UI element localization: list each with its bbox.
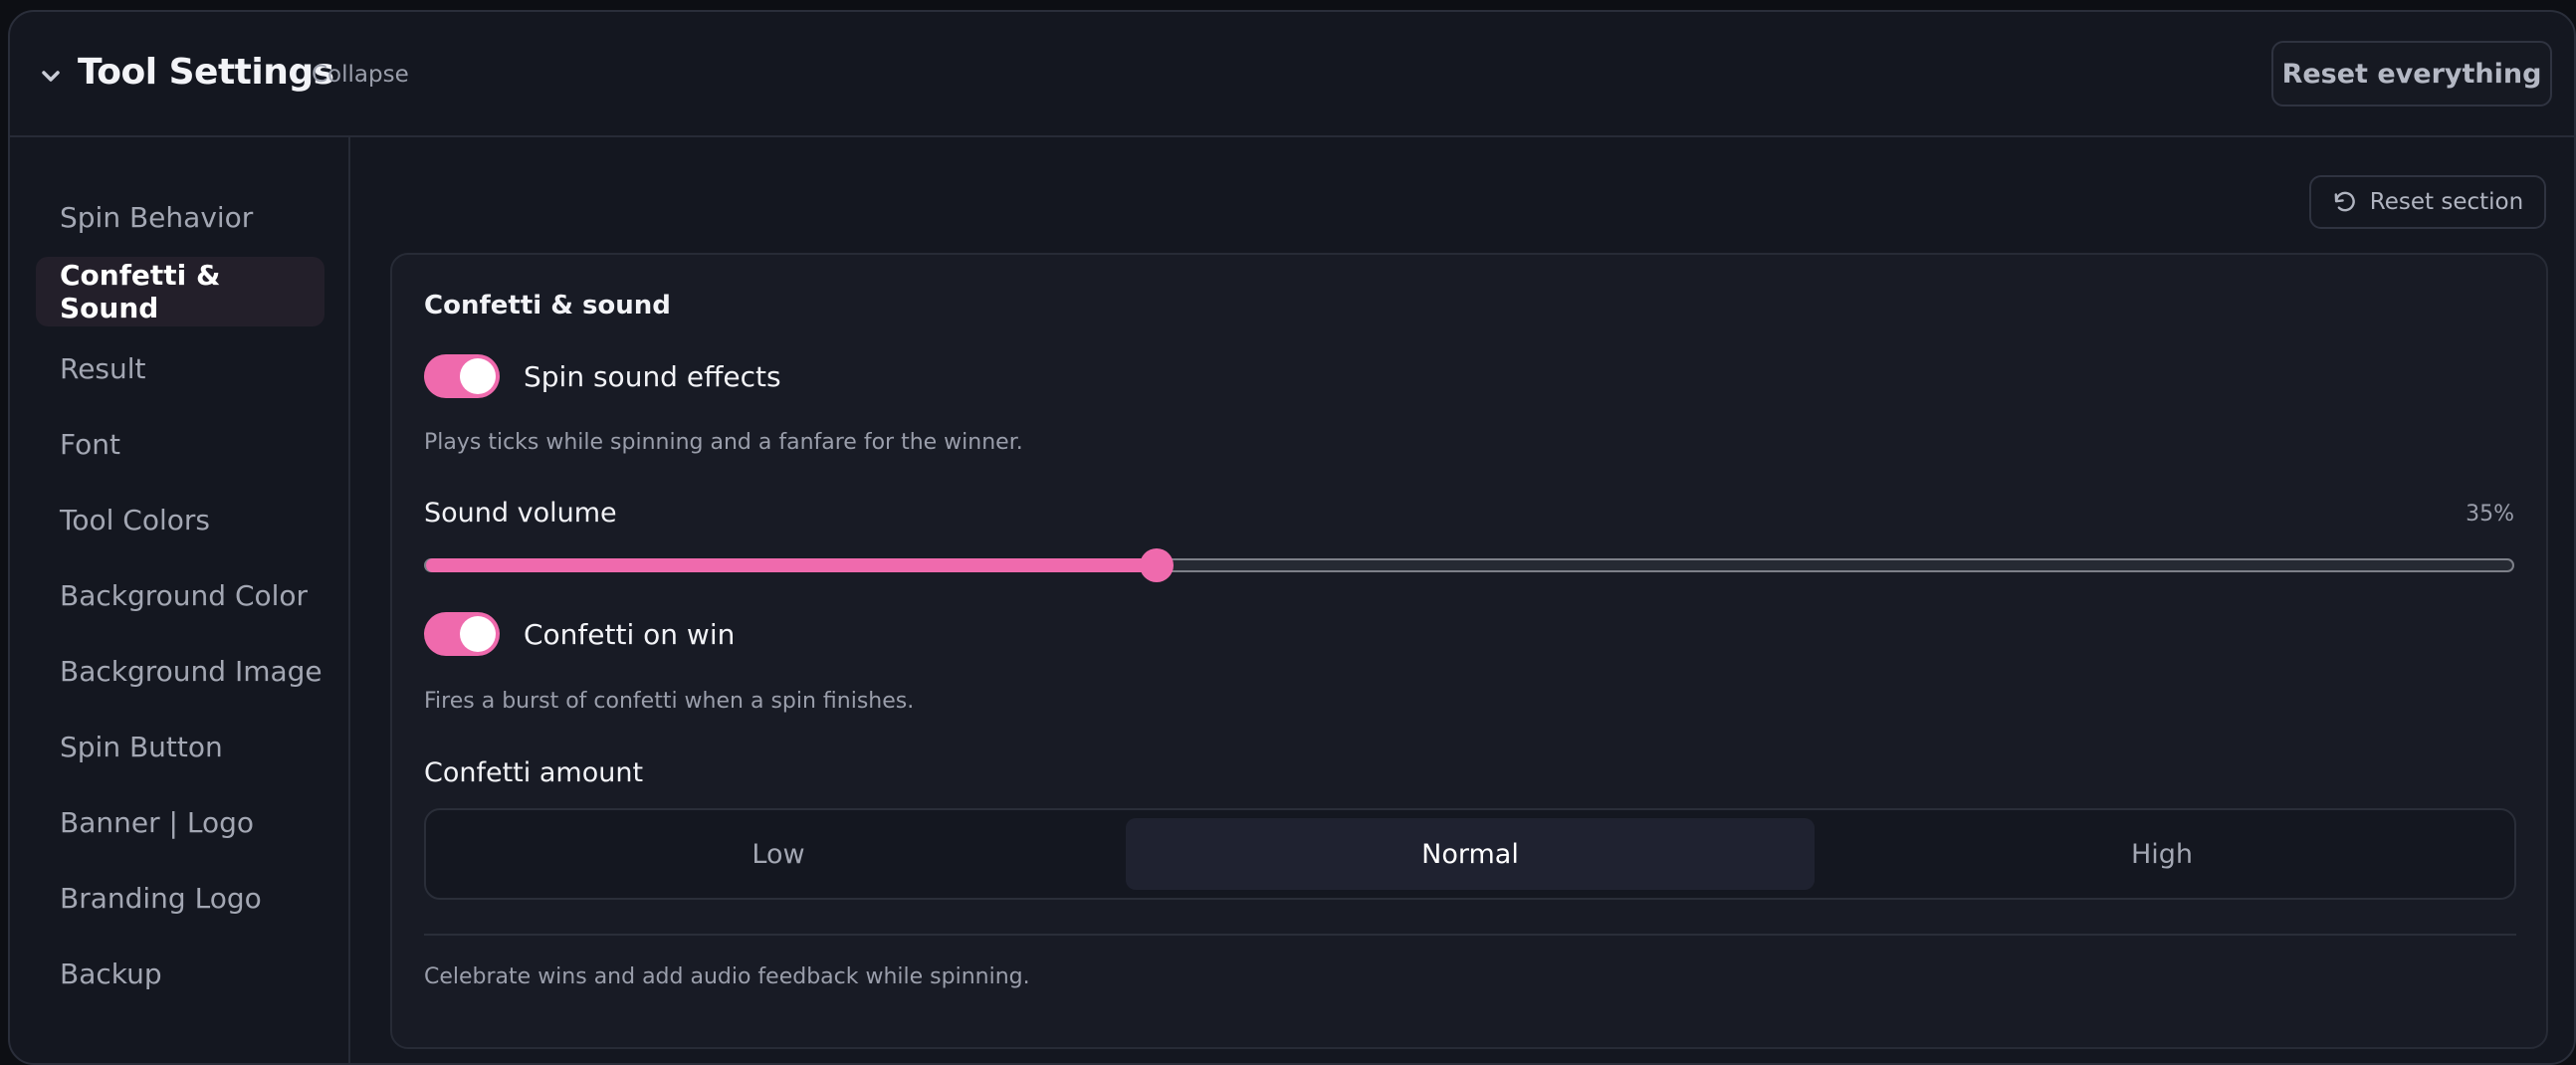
confetti-amount-high[interactable]: High xyxy=(1818,818,2506,890)
sidebar-item-background-color[interactable]: Background Color xyxy=(36,560,324,630)
page-title: Tool Settings xyxy=(78,52,334,93)
sidebar-item-tool-colors[interactable]: Tool Colors xyxy=(36,485,324,554)
confetti-amount-low[interactable]: Low xyxy=(434,818,1123,890)
spin-sound-toggle[interactable] xyxy=(424,354,500,398)
confetti-amount-normal[interactable]: Normal xyxy=(1126,818,1815,890)
card-title: Confetti & sound xyxy=(424,291,671,320)
sidebar-item-banner-logo[interactable]: Banner | Logo xyxy=(36,787,324,857)
settings-content: Reset section Confetti & sound Spin soun… xyxy=(350,137,2574,1063)
sidebar-item-result[interactable]: Result xyxy=(36,333,324,403)
sidebar-item-confetti-sound[interactable]: Confetti & Sound xyxy=(36,257,324,326)
confetti-sound-card: Confetti & sound Spin sound effects Play… xyxy=(390,253,2548,1049)
confetti-amount-selector: Low Normal High xyxy=(424,808,2516,900)
confetti-label: Confetti on win xyxy=(524,618,736,651)
spin-sound-label: Spin sound effects xyxy=(524,360,781,393)
collapse-button[interactable]: Collapse xyxy=(312,62,409,88)
volume-slider-fill xyxy=(426,558,1157,572)
volume-slider-thumb[interactable] xyxy=(1139,548,1174,582)
toggle-knob xyxy=(460,616,496,652)
confetti-toggle[interactable] xyxy=(424,612,500,656)
volume-slider[interactable] xyxy=(424,548,2514,582)
reset-section-label: Reset section xyxy=(2369,189,2524,215)
settings-header: Tool Settings Collapse Reset everything xyxy=(10,12,2574,137)
reset-section-button[interactable]: Reset section xyxy=(2309,175,2546,229)
chevron-down-icon[interactable] xyxy=(40,66,62,88)
sidebar-item-font[interactable]: Font xyxy=(36,409,324,479)
volume-label: Sound volume xyxy=(424,498,617,529)
sidebar-item-background-image[interactable]: Background Image xyxy=(36,636,324,706)
toggle-knob xyxy=(460,358,496,394)
sidebar-item-spin-behavior[interactable]: Spin Behavior xyxy=(36,182,324,252)
volume-value: 35% xyxy=(2466,502,2514,527)
divider xyxy=(424,934,2516,936)
sidebar-item-branding-logo[interactable]: Branding Logo xyxy=(36,863,324,933)
rotate-ccw-icon xyxy=(2334,191,2355,212)
card-footer-text: Celebrate wins and add audio feedback wh… xyxy=(424,964,1030,989)
settings-sidebar: Spin Behavior Confetti & Sound Result Fo… xyxy=(10,137,350,1063)
reset-everything-button[interactable]: Reset everything xyxy=(2271,41,2552,106)
sidebar-item-backup[interactable]: Backup xyxy=(36,939,324,1008)
sidebar-item-spin-button[interactable]: Spin Button xyxy=(36,712,324,781)
spin-sound-help: Plays ticks while spinning and a fanfare… xyxy=(424,430,1023,455)
confetti-amount-label: Confetti amount xyxy=(424,757,644,788)
confetti-help: Fires a burst of confetti when a spin fi… xyxy=(424,689,915,714)
settings-panel: Tool Settings Collapse Reset everything … xyxy=(8,10,2576,1065)
